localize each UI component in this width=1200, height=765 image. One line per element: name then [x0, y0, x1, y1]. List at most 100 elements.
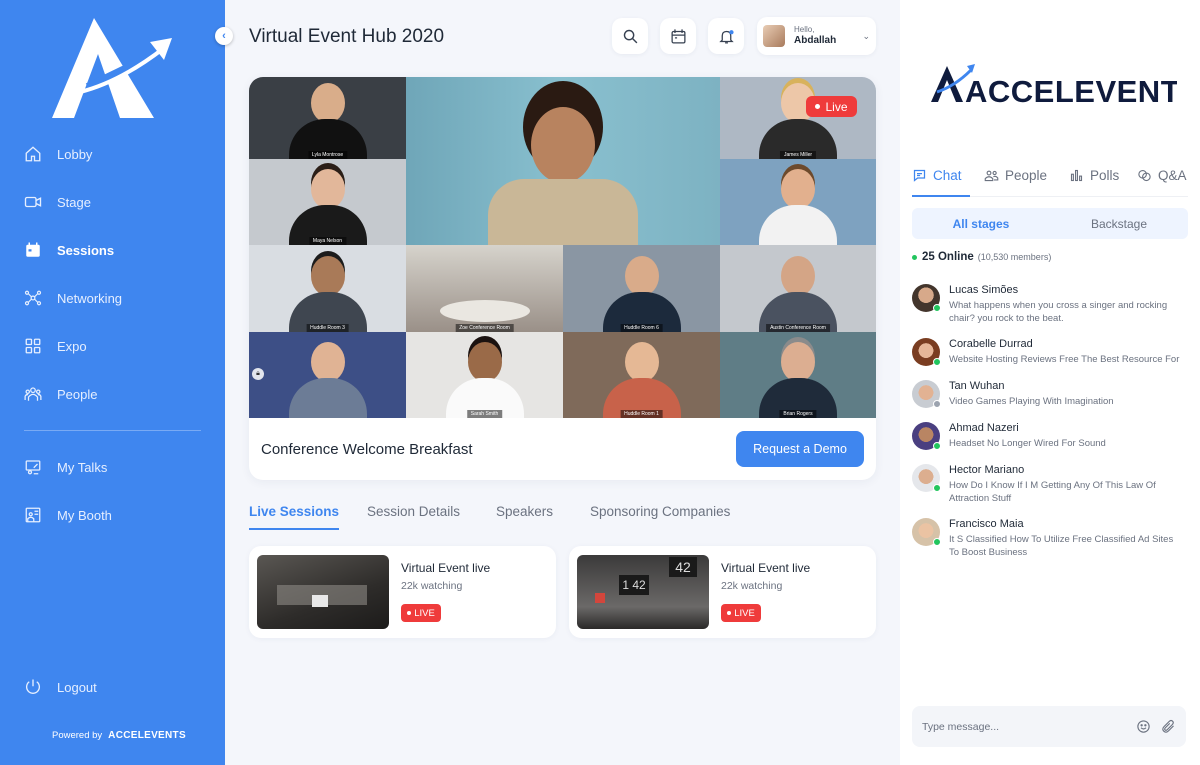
home-icon	[25, 146, 41, 162]
sidebar-item-stage[interactable]: Stage	[24, 190, 91, 214]
powered-by-label: Powered by	[52, 730, 103, 741]
tab-chat[interactable]: Chat	[912, 168, 962, 183]
tile-caption: Huddle Room 3	[306, 324, 349, 332]
sidebar-item-label: People	[57, 386, 98, 402]
video-tile[interactable]: Austin Conference Room	[720, 245, 876, 332]
live-badge: LIVE	[401, 604, 441, 622]
user-greeting: Hello,	[794, 25, 815, 35]
tab-speakers[interactable]: Speakers	[496, 504, 553, 519]
tab-label: Q&A	[1158, 168, 1187, 183]
attachment-icon[interactable]	[1161, 719, 1176, 734]
calendar-icon	[670, 28, 686, 44]
sidebar-item-expo[interactable]: Expo	[24, 334, 87, 358]
tab-session-details[interactable]: Session Details	[367, 504, 460, 519]
session-card[interactable]: Virtual Event live 22k watching LIVE	[249, 546, 556, 638]
tab-polls[interactable]: Polls	[1069, 168, 1119, 183]
chevron-left-icon: ‹	[222, 30, 226, 42]
segment-all-stages[interactable]: All stages	[912, 208, 1050, 239]
sidebar-item-my-talks[interactable]: My Talks	[24, 455, 107, 479]
tab-people[interactable]: People	[984, 168, 1047, 183]
video-tile[interactable]: Lyla Montrose	[249, 77, 406, 159]
request-demo-button[interactable]: Request a Demo	[736, 431, 864, 467]
video-tile-featured[interactable]	[406, 77, 720, 245]
tab-label: Polls	[1090, 168, 1120, 183]
online-dot-icon	[933, 304, 941, 312]
sidebar-item-people[interactable]: People	[24, 382, 97, 406]
tab-label: Chat	[933, 168, 962, 183]
session-thumbnail	[257, 555, 389, 629]
message-input[interactable]	[922, 720, 1126, 733]
video-tile[interactable]: James Miller	[720, 77, 876, 159]
video-tile[interactable]: Brian Rogers	[720, 332, 876, 418]
live-dot-icon	[815, 104, 821, 109]
session-watching: 22k watching	[401, 580, 463, 592]
video-tile[interactable]	[720, 159, 876, 245]
tile-caption: Huddle Room 1	[620, 410, 663, 418]
sidebar-item-label: Stage	[57, 194, 91, 210]
video-tile[interactable]: Huddle Room 1	[563, 332, 720, 418]
away-dot-icon	[933, 400, 941, 408]
live-label: LIVE	[414, 607, 435, 619]
video-tile[interactable]: Huddle Room 6	[563, 245, 720, 332]
message-text: Video Games Playing With Imagination	[949, 396, 1114, 407]
session-title: Conference Welcome Breakfast	[261, 441, 473, 458]
message-author: Corabelle Durrad	[949, 338, 1033, 350]
message-text: It S Classified How To Utilize Free Clas…	[949, 534, 1174, 558]
live-badge: LIVE	[721, 604, 761, 622]
video-tile[interactable]: Sarah Smith	[406, 332, 563, 418]
tab-label: People	[1005, 168, 1048, 183]
video-tile[interactable]: 🔒︎	[249, 332, 406, 418]
qa-icon	[1138, 169, 1151, 182]
message-author: Lucas Simões	[949, 284, 1019, 296]
sidebar-item-label: Expo	[57, 338, 87, 354]
member-count: (10,530 members)	[977, 252, 1052, 262]
lock-icon: 🔒︎	[252, 368, 264, 380]
live-label: LIVE	[734, 607, 755, 619]
segment-backstage[interactable]: Backstage	[1050, 208, 1188, 239]
sidebar-item-label: My Booth	[57, 507, 112, 523]
people-icon	[24, 387, 42, 401]
tile-caption: James Miller	[779, 151, 817, 159]
tab-qa[interactable]: Q&A	[1137, 168, 1187, 183]
sidebar-item-sessions[interactable]: Sessions	[24, 238, 114, 262]
sidebar-item-networking[interactable]: Networking	[24, 286, 122, 310]
collapse-sidebar-button[interactable]: ‹	[215, 27, 233, 45]
online-dot-icon	[933, 538, 941, 546]
tile-caption: Austin Conference Room	[766, 324, 830, 332]
search-button[interactable]	[612, 18, 648, 54]
session-watching: 22k watching	[721, 580, 783, 592]
logout-label: Logout	[57, 679, 97, 695]
notifications-button[interactable]	[708, 18, 744, 54]
live-dot-icon	[407, 611, 412, 615]
online-dot-icon	[933, 442, 941, 450]
tile-caption: Huddle Room 6	[620, 324, 663, 332]
calendar-button[interactable]	[660, 18, 696, 54]
chevron-down-icon: ⌄	[862, 30, 870, 41]
accelevents-brand-logo: ACCELEVENTS	[931, 64, 1177, 106]
user-menu[interactable]: Hello, Abdallah ⌄	[757, 17, 876, 55]
sidebar-item-my-booth[interactable]: My Booth	[24, 503, 112, 527]
online-count: 25 Online	[922, 251, 974, 263]
people-icon	[984, 170, 999, 182]
page-title: Virtual Event Hub 2020	[249, 26, 445, 47]
video-grid[interactable]: Lyla Montrose Maya Nelson James Miller H	[249, 77, 876, 418]
brand-wordmark: ACCELEVENTS	[965, 74, 1177, 106]
session-thumbnail: 1 42 42	[577, 555, 709, 629]
tile-caption: Maya Nelson	[308, 237, 347, 245]
online-status: 25 Online (10,530 members)	[912, 251, 1051, 263]
logout-button[interactable]: Logout	[24, 675, 97, 699]
booth-icon	[25, 507, 41, 523]
video-tile[interactable]: Huddle Room 3	[249, 245, 406, 332]
tile-caption: Zoe Conference Room	[455, 324, 514, 332]
tab-sponsoring-companies[interactable]: Sponsoring Companies	[590, 504, 730, 519]
session-card[interactable]: 1 42 42 Virtual Event live 22k watching …	[569, 546, 876, 638]
powered-by: Powered by ACCELEVENTS	[52, 730, 186, 741]
emoji-icon[interactable]	[1136, 719, 1151, 734]
avatar	[763, 25, 785, 47]
power-icon	[25, 679, 41, 694]
tab-live-sessions[interactable]: Live Sessions	[249, 504, 340, 530]
sidebar-item-lobby[interactable]: Lobby	[24, 142, 92, 166]
video-tile[interactable]: Zoe Conference Room	[406, 245, 563, 332]
active-tab-indicator	[912, 195, 970, 197]
video-tile[interactable]: Maya Nelson	[249, 159, 406, 245]
